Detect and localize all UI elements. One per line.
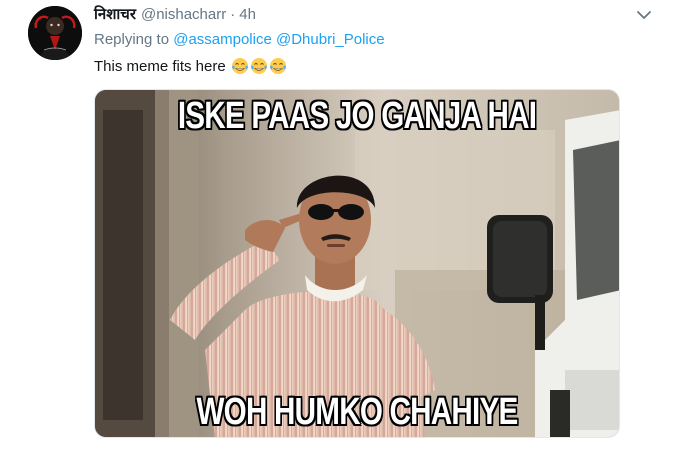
meme-caption-top: ISKE PAAS JO GANJA HAI	[177, 95, 537, 137]
avatar-image	[28, 6, 82, 60]
face-with-tears-of-joy-icon	[250, 58, 267, 74]
separator-dot: ·	[230, 6, 236, 23]
user-handle[interactable]: @nishacharr	[141, 6, 226, 23]
tweet-card[interactable]: निशाचर @nishacharr · 4h Replying to @ass…	[0, 0, 684, 450]
face-with-tears-of-joy-icon	[231, 58, 248, 74]
tweet-media-image[interactable]: ISKE PAAS JO GANJA HAI WOH HUMKO CHAHIYE	[94, 89, 620, 438]
meme-caption-bottom: WOH HUMKO CHAHIYE	[196, 391, 518, 433]
tweet-timestamp[interactable]: 4h	[239, 6, 256, 23]
meme-photo	[95, 90, 619, 437]
replying-to-label: Replying to	[94, 31, 170, 48]
replying-to-line: Replying to @assampolice @Dhubri_Police	[94, 31, 385, 48]
mention-link-dhubri-police[interactable]: @Dhubri_Police	[276, 31, 385, 48]
tweet-body: This meme fits here	[94, 57, 226, 75]
emoji-group	[231, 57, 287, 75]
tweet-header: निशाचर @nishacharr · 4h	[94, 4, 256, 26]
display-name[interactable]: निशाचर	[94, 4, 136, 24]
tweet-text: This meme fits here	[94, 57, 287, 75]
face-with-tears-of-joy-icon	[269, 58, 286, 74]
avatar[interactable]	[28, 6, 82, 60]
chevron-down-icon[interactable]	[635, 6, 653, 24]
mention-link-assampolice[interactable]: @assampolice	[173, 31, 272, 48]
